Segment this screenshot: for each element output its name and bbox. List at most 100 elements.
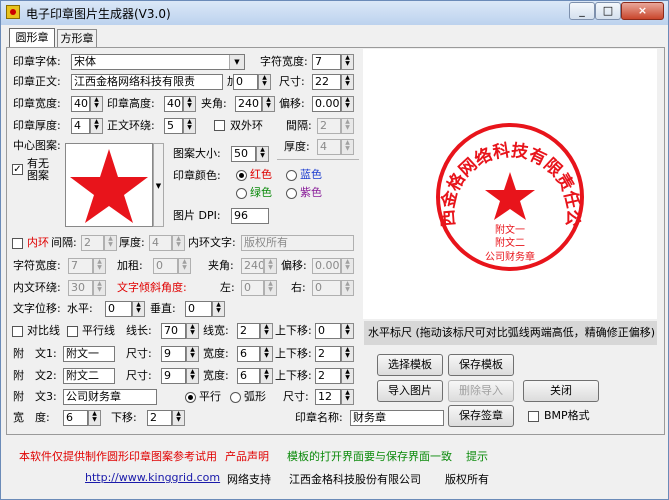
subtext2-updown-spinner[interactable]: 2 ▲ ▼ <box>315 368 354 384</box>
color-blue-radio[interactable] <box>286 170 297 181</box>
subtext3-size-spinner[interactable]: 12 ▲ ▼ <box>315 389 354 405</box>
pattern-size-label: 图案大小: <box>173 147 221 160</box>
subtext1-size-spinner[interactable]: 9 ▲ ▼ <box>161 346 199 362</box>
parallel-radio[interactable] <box>185 392 196 403</box>
maximize-button[interactable]: □ <box>595 2 621 20</box>
inner-gap-spinner[interactable]: 2 ▲ ▼ <box>81 235 117 251</box>
subtext2-updown-label: 上下移: <box>275 369 312 382</box>
tilt-left-spinner[interactable]: 0 ▲ ▼ <box>241 280 277 296</box>
tilt-left-label: 左: <box>220 281 235 294</box>
chevron-down-icon: ▼ <box>229 55 244 69</box>
close-window-button[interactable]: × <box>621 2 664 20</box>
angle2-spinner[interactable]: 240 ▲ ▼ <box>241 258 277 274</box>
subtext1-width-spinner[interactable]: 6 ▲ ▼ <box>237 346 273 362</box>
stamp-name-label: 印章名称: <box>295 411 343 424</box>
tip-link[interactable]: 提示 <box>466 448 488 464</box>
inner-wrap-spinner[interactable]: 30 ▲ ▼ <box>68 280 106 296</box>
has-pattern-checkbox[interactable]: ✓ <box>12 164 23 175</box>
title-bar[interactable]: 电子印章图片生成器(V3.0) _ □ × <box>1 1 668 25</box>
offset2-label: 偏移: <box>281 259 307 272</box>
vertical-spinner[interactable]: 0 ▲ ▼ <box>185 301 225 317</box>
product-statement-link[interactable]: 产品声明 <box>225 448 269 464</box>
close-button[interactable]: 关闭 <box>523 380 599 402</box>
subtext2-size-spinner[interactable]: 9 ▲ ▼ <box>161 368 199 384</box>
bold-spinner[interactable]: 0 ▲ ▼ <box>233 74 271 90</box>
inner-text-input[interactable]: 版权所有 <box>241 235 354 251</box>
copyright-label: 版权所有 <box>445 473 489 486</box>
bmp-format-label: BMP格式 <box>544 409 590 422</box>
char-width2-label: 字符宽度: <box>13 259 61 272</box>
inner-thickness-label: 厚度: <box>119 236 145 249</box>
subtext2-width-spinner[interactable]: 6 ▲ ▼ <box>237 368 273 384</box>
minimize-button[interactable]: _ <box>569 2 595 20</box>
save-template-button[interactable]: 保存模板 <box>448 354 514 376</box>
contrast-line-label: 对比线 <box>27 324 60 337</box>
offset-spinner[interactable]: 0.000▲▼ <box>312 96 354 112</box>
app-stamp-icon <box>6 5 20 19</box>
inner-ring-checkbox[interactable] <box>12 238 23 249</box>
choose-template-button[interactable]: 选择模板 <box>377 354 443 376</box>
subtext2-input[interactable]: 附文二 <box>63 368 115 384</box>
color-blue-label: 蓝色 <box>300 168 322 181</box>
gap-spinner[interactable]: 2 ▲ ▼ <box>317 118 354 134</box>
tab-round-stamp[interactable]: 圆形章 <box>9 28 55 48</box>
angle-spinner[interactable]: 240 ▲ ▼ <box>235 96 275 112</box>
bold2-spinner[interactable]: 0 ▲ ▼ <box>153 258 191 274</box>
subtext1-updown-spinner[interactable]: 2 ▲ ▼ <box>315 346 354 362</box>
offset2-spinner[interactable]: 0.000▲▼ <box>312 258 354 274</box>
pattern-dropdown-chevron-icon[interactable]: ▼ <box>153 143 164 227</box>
save-stamp-button[interactable]: 保存签章 <box>448 405 514 427</box>
tilt-right-spinner[interactable]: 0 ▲ ▼ <box>312 280 354 296</box>
size-spinner[interactable]: 22 ▲ ▼ <box>312 74 354 90</box>
vertical-label: 垂直: <box>150 302 176 315</box>
main-text-input[interactable]: 江西金格网络科技有限责 <box>71 74 223 90</box>
color-red-radio[interactable] <box>236 170 247 181</box>
line-length-spinner[interactable]: 70 ▲ ▼ <box>161 323 199 339</box>
line-updown-spinner[interactable]: 0 ▲ ▼ <box>315 323 354 339</box>
subtext3-input[interactable]: 公司财务章 <box>63 389 157 405</box>
trial-notice: 本软件仅提供制作圆形印章图案参考试用 <box>19 450 217 463</box>
color-green-radio[interactable] <box>236 188 247 199</box>
main-text-label: 印章正文: <box>13 75 61 88</box>
import-image-button[interactable]: 导入图片 <box>377 380 443 402</box>
subtext2-width-label: 宽度: <box>203 369 229 382</box>
font-select[interactable]: 宋体 ▼ <box>71 54 245 70</box>
stamp-width-spinner[interactable]: 40 ▲ ▼ <box>71 96 103 112</box>
contrast-line-checkbox[interactable] <box>12 326 23 337</box>
dpi-label: 图片 DPI: <box>173 209 221 222</box>
line-width-spinner[interactable]: 2 ▲ ▼ <box>237 323 273 339</box>
subtext1-label: 附 文1: <box>13 347 57 360</box>
double-ring-label: 双外环 <box>230 119 263 132</box>
thickness2-spinner[interactable]: 4 ▲ ▼ <box>317 139 354 155</box>
text-ring-spinner[interactable]: 5 ▲ ▼ <box>164 118 196 134</box>
char-width2-spinner[interactable]: 7 ▲ ▼ <box>68 258 106 274</box>
width-spinner[interactable]: 6 ▲ ▼ <box>63 410 101 426</box>
stamp-name-input[interactable]: 财务章 <box>350 410 444 426</box>
dpi-input[interactable]: 96 <box>231 208 269 224</box>
inner-thickness-spinner[interactable]: 4 ▲ ▼ <box>149 235 185 251</box>
bmp-format-checkbox[interactable] <box>528 411 539 422</box>
char-width-label: 字符宽度: <box>260 55 308 68</box>
center-pattern-preview[interactable] <box>65 143 153 227</box>
size-label: 尺寸: <box>279 75 305 88</box>
char-width-spinner[interactable]: 7 ▲ ▼ <box>312 54 354 70</box>
pattern-size-spinner[interactable]: 50 ▲ ▼ <box>231 146 269 162</box>
website-link[interactable]: http://www.kinggrid.com <box>85 471 220 484</box>
horizontal-spinner[interactable]: 0 ▲ ▼ <box>105 301 145 317</box>
tilt-right-label: 右: <box>291 281 306 294</box>
template-consistency-note: 模板的打开界面要与保存界面一致 <box>287 450 452 463</box>
parallel-line-checkbox[interactable] <box>67 326 78 337</box>
tab-square-stamp[interactable]: 方形章 <box>57 29 97 47</box>
down-shift-spinner[interactable]: 2 ▲ ▼ <box>147 410 185 426</box>
subtext2-label: 附 文2: <box>13 369 57 382</box>
has-pattern-label: 有无图案 <box>27 157 49 182</box>
subtext1-input[interactable]: 附文一 <box>63 346 115 362</box>
double-ring-checkbox[interactable] <box>214 120 225 131</box>
horizontal-ruler[interactable]: 水平标尺 (拖动该标尺可对比弧线两端高低，精确修正偏移) <box>364 321 657 345</box>
stamp-image: 江西金格网络科技有限责任公司 附文一 附文二 公司财务章 <box>355 34 584 271</box>
delete-import-button[interactable]: 删除导入 <box>448 380 514 402</box>
thickness-spinner[interactable]: 4 ▲ ▼ <box>71 118 103 134</box>
arc-radio[interactable] <box>230 392 241 403</box>
stamp-height-spinner[interactable]: 40 ▲ ▼ <box>164 96 196 112</box>
color-purple-radio[interactable] <box>286 188 297 199</box>
